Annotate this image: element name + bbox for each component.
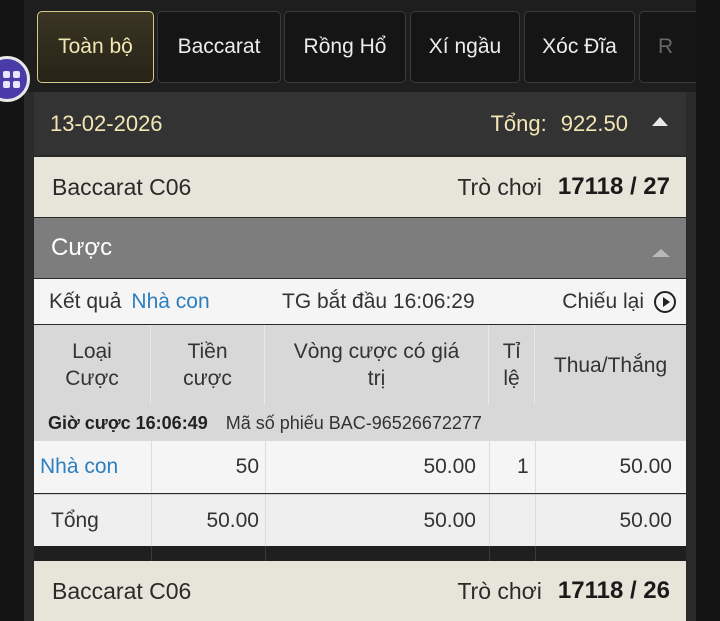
header-amount: Tiền cược	[151, 325, 265, 405]
tab-all[interactable]: Toàn bộ	[37, 11, 154, 83]
tab-baccarat[interactable]: Baccarat	[157, 11, 281, 83]
bet-time: Giờ cược 16:06:49	[48, 412, 208, 433]
day-total: Tổng: 922.50	[490, 92, 628, 155]
apps-grid-icon	[2, 70, 20, 88]
table-header: Loại Cược Tiền cược Vòng cược có giá trị Tỉ…	[34, 325, 686, 405]
total-win-loss: 50.00	[619, 509, 672, 532]
tab-more[interactable]: R	[639, 11, 696, 83]
game-round-info: Trò chơi 17118 / 26	[457, 561, 670, 621]
game-round-number: 17118 / 26	[557, 577, 670, 604]
bet-history-panel: Toàn bộ Baccarat Rồng Hổ Xí ngầu Xóc Đĩa…	[24, 0, 696, 621]
row-odds: 1	[517, 455, 529, 478]
game-round-info: Trò chơi 17118 / 27	[457, 157, 670, 217]
header-bet-type: Loại Cược	[34, 325, 151, 405]
bet-section-header[interactable]: Cược	[34, 218, 686, 278]
result-label: Kết quả	[49, 289, 122, 313]
day-total-value: 922.50	[560, 110, 628, 136]
total-amount: 50.00	[206, 509, 259, 532]
replay-button[interactable]: Chiếu lại	[562, 279, 676, 324]
start-time: TG bắt đầu 16:06:29	[282, 289, 475, 313]
total-label: Tổng	[51, 509, 99, 532]
day-date: 13-02-2026	[50, 110, 163, 136]
result-row: Kết quả Nhà con TG bắt đầu 16:06:29 Chiế…	[34, 279, 686, 324]
header-odds: Tỉ lệ	[489, 325, 535, 405]
tab-sicbo[interactable]: Xí ngầu	[410, 11, 520, 83]
table-footer-spacer	[34, 546, 686, 561]
header-valid-bet: Vòng cược có giá trị	[265, 325, 489, 405]
total-valid-bet: 50.00	[423, 509, 476, 532]
tab-xoc-dia[interactable]: Xóc Đĩa	[524, 11, 635, 83]
row-bet-type: Nhà con	[40, 455, 119, 478]
tab-dragon-tiger[interactable]: Rồng Hổ	[284, 11, 406, 83]
collapse-up-icon[interactable]	[652, 117, 668, 126]
game-name: Baccarat C06	[52, 173, 192, 200]
game-name: Baccarat C06	[52, 577, 192, 604]
bet-section-title: Cược	[51, 234, 113, 261]
row-win-loss: 50.00	[619, 455, 672, 478]
game-row[interactable]: Baccarat C06 Trò chơi 17118 / 26	[34, 561, 686, 621]
header-win-loss: Thua/Thắng	[553, 353, 668, 377]
game-round-label: Trò chơi	[457, 173, 542, 200]
game-tabs: Toàn bộ Baccarat Rồng Hổ Xí ngầu Xóc Đĩa…	[24, 0, 696, 92]
day-summary-header[interactable]: 13-02-2026 Tổng: 922.50	[34, 92, 686, 155]
play-circle-icon	[654, 290, 676, 313]
table-row: Nhà con 50 50.00 1 50.00	[34, 441, 686, 493]
result-value: Nhà con	[131, 289, 210, 313]
collapse-up-icon[interactable]	[652, 249, 670, 257]
game-round-label: Trò chơi	[457, 577, 542, 604]
row-valid-bet: 50.00	[423, 455, 476, 478]
row-amount: 50	[235, 455, 259, 478]
ticket-number: Mã số phiếu BAC-96526672277	[225, 412, 482, 433]
game-round-number: 17118 / 27	[557, 173, 670, 200]
game-row[interactable]: Baccarat C06 Trò chơi 17118 / 27	[34, 157, 686, 217]
replay-label: Chiếu lại	[562, 289, 644, 313]
total-row: Tổng 50.00 50.00 50.00	[34, 494, 686, 547]
result-info: Kết quả Nhà con	[49, 279, 210, 324]
day-total-label: Tổng:	[490, 110, 547, 136]
ticket-info-row: Giờ cược 16:06:49 Mã số phiếu BAC-965266…	[34, 405, 686, 441]
